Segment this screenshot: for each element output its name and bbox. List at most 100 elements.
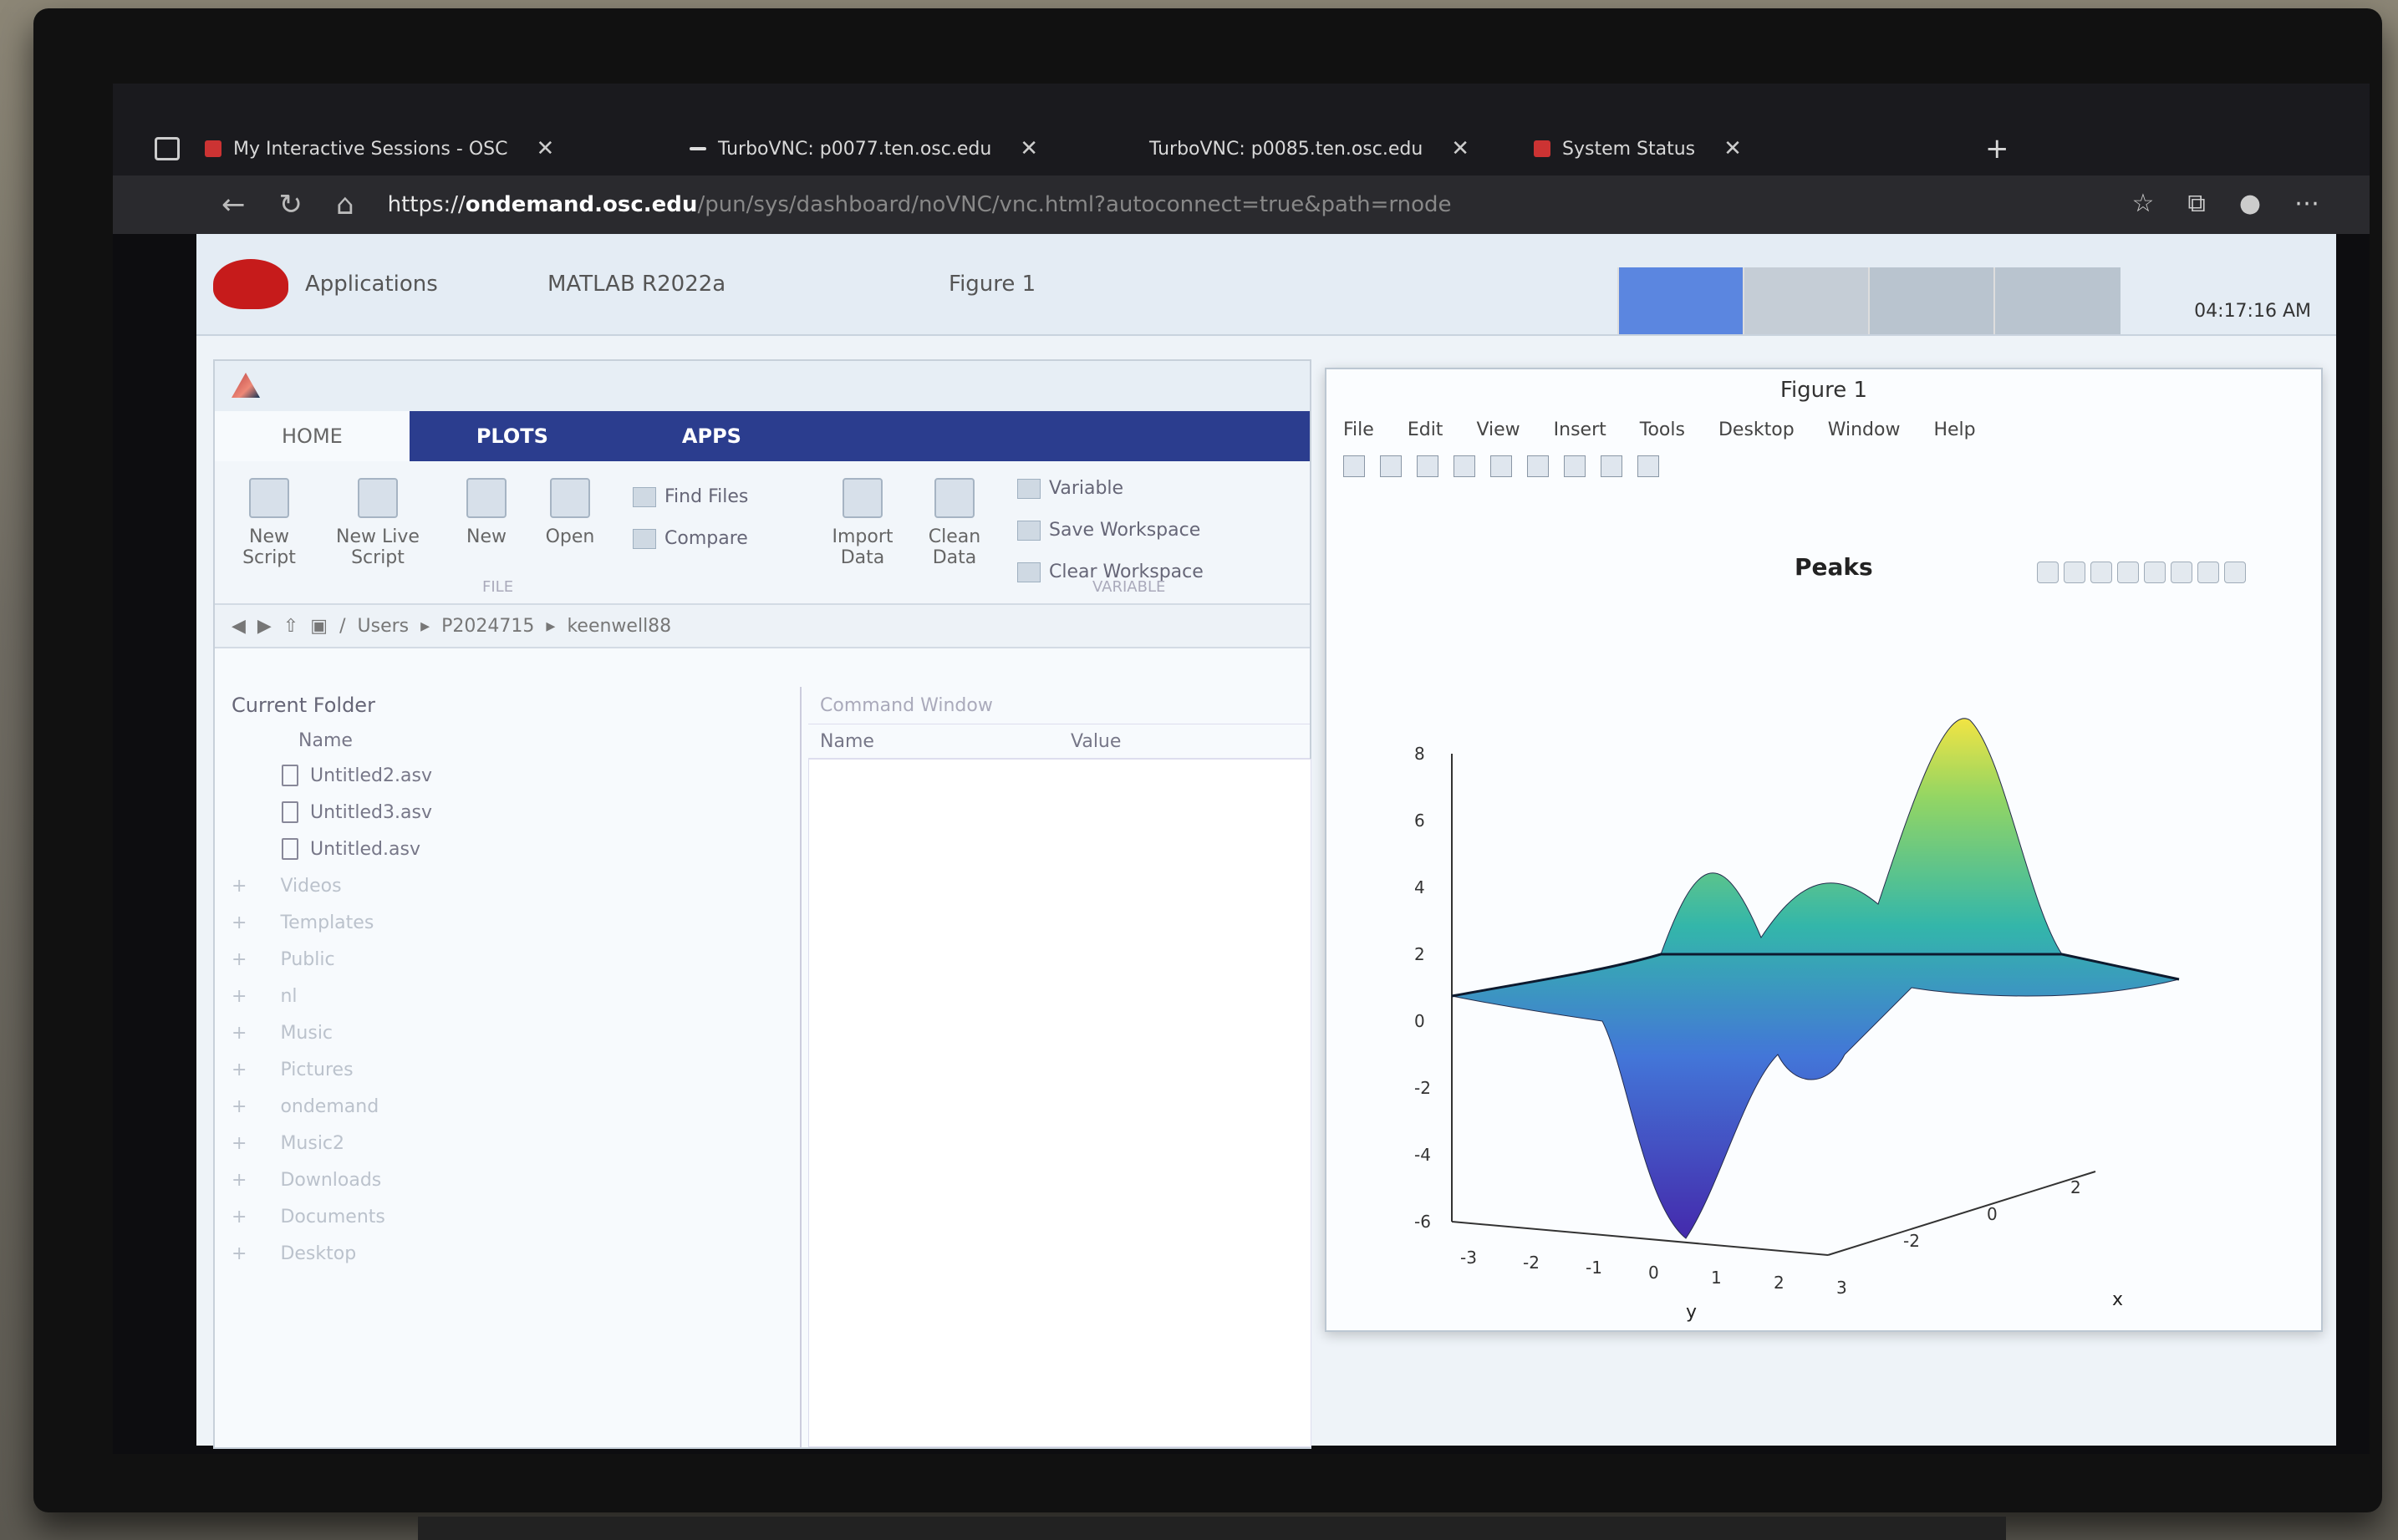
- copy-icon[interactable]: [1490, 455, 1512, 477]
- new-live-script-button[interactable]: New Live Script: [332, 478, 424, 568]
- folder-item[interactable]: + Templates: [215, 904, 800, 941]
- forward-icon[interactable]: ▶: [257, 616, 272, 637]
- reload-icon[interactable]: ↻: [279, 188, 303, 221]
- expand-icon[interactable]: +: [232, 986, 247, 1007]
- file-item[interactable]: Untitled2.asv: [215, 757, 800, 794]
- expand-icon[interactable]: +: [232, 1096, 247, 1117]
- file-item[interactable]: Untitled3.asv: [215, 794, 800, 831]
- menu-item-view[interactable]: View: [1476, 419, 1520, 440]
- path-segment[interactable]: Users: [358, 616, 410, 637]
- expand-icon[interactable]: +: [232, 1133, 247, 1154]
- close-icon[interactable]: ✕: [1020, 136, 1038, 161]
- new-tab-button[interactable]: +: [1985, 132, 2009, 165]
- menu-item-desktop[interactable]: Desktop: [1718, 419, 1795, 440]
- browse-folder-icon[interactable]: ▣: [310, 616, 328, 637]
- expand-icon[interactable]: +: [232, 1170, 247, 1191]
- dock-icon[interactable]: [1527, 455, 1549, 477]
- menu-item-window[interactable]: Window: [1828, 419, 1901, 440]
- expand-icon[interactable]: +: [232, 1243, 247, 1264]
- zoom-in-icon[interactable]: [2171, 562, 2192, 583]
- tab-vnc-1[interactable]: TurboVNC: p0077.ten.osc.edu ✕: [690, 132, 1038, 165]
- compare-button[interactable]: Compare: [633, 528, 748, 549]
- path-bar[interactable]: ◀ ▶ ⇧ ▣ / Users ▸ P2024715 ▸ keenwell88: [215, 605, 1310, 648]
- pan-icon[interactable]: [2144, 562, 2166, 583]
- taskbar-matlab[interactable]: MATLAB R2022a: [547, 272, 726, 297]
- workspace-4[interactable]: [1993, 267, 2121, 334]
- close-icon[interactable]: ✕: [536, 136, 554, 161]
- home-icon[interactable]: [2224, 562, 2246, 583]
- tab-system-status[interactable]: System Status ✕: [1534, 132, 1742, 165]
- menu-item-edit[interactable]: Edit: [1408, 419, 1443, 440]
- import-data-button[interactable]: Import Data: [817, 478, 909, 568]
- close-icon[interactable]: ✕: [1723, 136, 1742, 161]
- folder-item[interactable]: + Desktop: [215, 1235, 800, 1272]
- new-script-button[interactable]: New Script: [223, 478, 315, 568]
- folder-item[interactable]: + Music2: [215, 1125, 800, 1161]
- menu-item-tools[interactable]: Tools: [1640, 419, 1685, 440]
- new-button[interactable]: New: [440, 478, 532, 547]
- ws-name-header[interactable]: Name: [808, 731, 1059, 752]
- rotate-icon[interactable]: [2117, 562, 2139, 583]
- brush-icon[interactable]: [2064, 562, 2085, 583]
- profile-icon[interactable]: ●: [2239, 189, 2261, 218]
- url-field[interactable]: https://ondemand.osc.edu/pun/sys/dashboa…: [388, 192, 1452, 217]
- folder-item[interactable]: + Music: [215, 1014, 800, 1051]
- expand-icon[interactable]: +: [232, 1207, 247, 1227]
- applications-menu[interactable]: Applications: [305, 272, 438, 297]
- menu-item-insert[interactable]: Insert: [1554, 419, 1606, 440]
- folder-item[interactable]: + Public: [215, 941, 800, 978]
- workspace-1[interactable]: [1617, 267, 1744, 334]
- folder-item[interactable]: + Documents: [215, 1198, 800, 1235]
- pointer-icon[interactable]: [1601, 455, 1622, 477]
- insert-icon[interactable]: [1637, 455, 1659, 477]
- tab-window-icon[interactable]: [155, 132, 180, 165]
- folder-item[interactable]: + Downloads: [215, 1161, 800, 1198]
- menu-item-help[interactable]: Help: [1933, 419, 1975, 440]
- folder-item[interactable]: + Videos: [215, 867, 800, 904]
- export-icon[interactable]: [2037, 562, 2059, 583]
- tile-icon[interactable]: [1564, 455, 1586, 477]
- folder-item[interactable]: + ondemand: [215, 1088, 800, 1125]
- save-workspace-button[interactable]: Save Workspace: [1017, 520, 1200, 541]
- name-column-header[interactable]: Name: [215, 724, 800, 757]
- zoom-out-icon[interactable]: [2197, 562, 2219, 583]
- save-icon[interactable]: [1417, 455, 1438, 477]
- file-item[interactable]: Untitled.asv: [215, 831, 800, 867]
- tab-sessions[interactable]: My Interactive Sessions - OSC ✕: [205, 132, 554, 165]
- surface-plot[interactable]: 8 6 4 2 0 -2 -4 -6 -3 -2 -1 0 1 2 3 -2 0 2 y x: [1326, 587, 2321, 1322]
- variable-button[interactable]: Variable: [1017, 478, 1123, 499]
- command-window-title[interactable]: Command Window: [808, 687, 1310, 724]
- close-icon[interactable]: ✕: [1451, 136, 1469, 161]
- home-icon[interactable]: ⌂: [336, 188, 354, 221]
- print-icon[interactable]: [1454, 455, 1475, 477]
- open-button[interactable]: Open: [524, 478, 616, 547]
- favorite-icon[interactable]: ☆: [2131, 189, 2154, 218]
- tab-plots[interactable]: PLOTS: [410, 411, 615, 461]
- extensions-icon[interactable]: ⧉: [2187, 189, 2205, 218]
- new-figure-icon[interactable]: [1343, 455, 1365, 477]
- find-files-button[interactable]: Find Files: [633, 486, 748, 507]
- taskbar-figure[interactable]: Figure 1: [949, 272, 1036, 297]
- back-icon[interactable]: ◀: [232, 616, 246, 637]
- tab-apps[interactable]: APPS: [615, 411, 808, 461]
- workspace-3[interactable]: [1868, 267, 1995, 334]
- clean-data-button[interactable]: Clean Data: [909, 478, 1000, 568]
- expand-icon[interactable]: +: [232, 1023, 247, 1044]
- path-segment[interactable]: keenwell88: [567, 616, 671, 637]
- datatip-icon[interactable]: [2090, 562, 2112, 583]
- menu-item-file[interactable]: File: [1343, 419, 1374, 440]
- workspace-2[interactable]: [1743, 267, 1870, 334]
- folder-item[interactable]: + nl: [215, 978, 800, 1014]
- open-icon[interactable]: [1380, 455, 1402, 477]
- ws-value-header[interactable]: Value: [1059, 731, 1310, 752]
- back-icon[interactable]: ←: [221, 188, 246, 221]
- tab-vnc-2[interactable]: TurboVNC: p0085.ten.osc.edu ✕: [1149, 132, 1469, 165]
- expand-icon[interactable]: +: [232, 1060, 247, 1080]
- folder-item[interactable]: + Pictures: [215, 1051, 800, 1088]
- up-folder-icon[interactable]: ⇧: [283, 616, 298, 637]
- tab-home[interactable]: HOME: [215, 411, 410, 461]
- more-icon[interactable]: ⋯: [2294, 189, 2319, 218]
- workspace-body[interactable]: [808, 759, 1311, 1447]
- expand-icon[interactable]: +: [232, 949, 247, 970]
- expand-icon[interactable]: +: [232, 912, 247, 933]
